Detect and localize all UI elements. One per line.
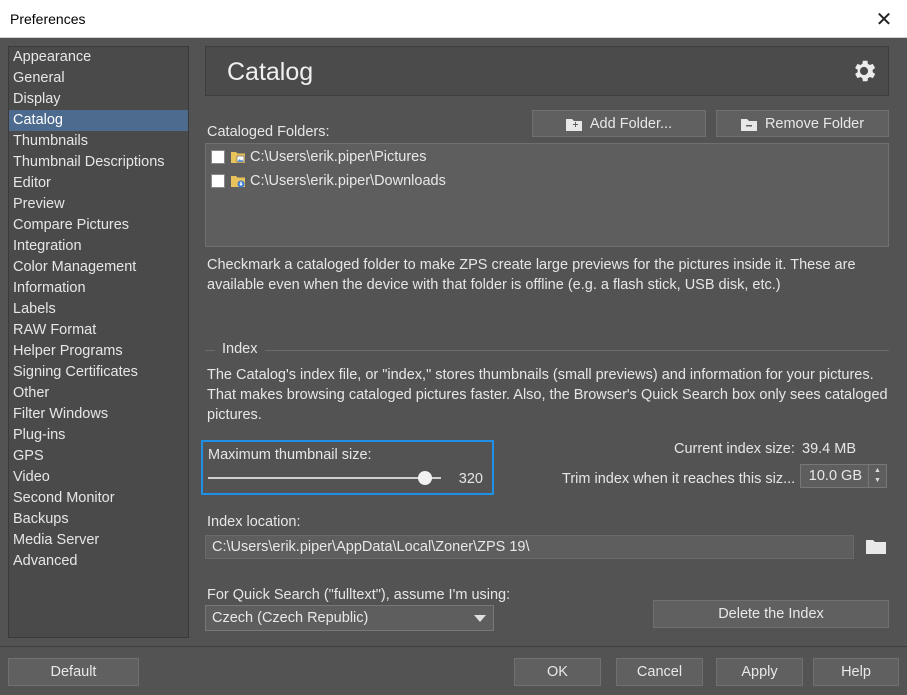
remove-folder-icon [740,118,757,131]
sidebar-item-media-server[interactable]: Media Server [9,530,188,551]
delete-index-button[interactable]: Delete the Index [653,600,889,628]
slider-handle[interactable] [418,471,432,485]
section-divider [205,350,215,351]
sidebar-item-video[interactable]: Video [9,467,188,488]
dialog-footer: Default OK Cancel Apply Help [0,646,907,695]
folder-checkbox[interactable] [211,174,225,188]
sidebar-item-raw-format[interactable]: RAW Format [9,320,188,341]
slider-track [208,477,441,479]
index-description: The Catalog's index file, or "index," st… [207,367,888,423]
add-folder-icon [565,118,582,131]
ok-label: OK [547,664,568,680]
trim-index-value: 10.0 GB [808,468,862,484]
sidebar-item-catalog[interactable]: Catalog [9,110,188,131]
index-section-header: Index [205,340,889,360]
cancel-button[interactable]: Cancel [616,658,703,686]
sidebar-item-second-monitor[interactable]: Second Monitor [9,488,188,509]
ok-button[interactable]: OK [514,658,601,686]
sidebar-item-labels[interactable]: Labels [9,299,188,320]
quick-search-language-value: Czech (Czech Republic) [212,610,369,626]
default-button[interactable]: Default [8,658,139,686]
page-header: Catalog [205,46,889,96]
pictures-folder-icon [231,152,245,163]
max-thumbnail-size-slider[interactable] [208,470,441,486]
chevron-down-icon [474,615,486,622]
sidebar-item-thumbnail-descriptions[interactable]: Thumbnail Descriptions [9,152,188,173]
main-panel: Catalog Cataloged Folders: Add Folder...… [196,38,907,646]
quick-search-label: For Quick Search ("fulltext"), assume I'… [207,587,511,603]
title-bar: Preferences ✕ [0,0,907,38]
sidebar-item-general[interactable]: General [9,68,188,89]
sidebar-item-integration[interactable]: Integration [9,236,188,257]
remove-folder-button[interactable]: Remove Folder [716,110,889,137]
trim-index-label: Trim index when it reaches this siz... [562,471,796,487]
cataloged-folders-list[interactable]: C:\Users\erik.piper\Pictures C:\Users\er… [205,143,889,247]
help-label: Help [841,664,871,680]
index-location-label: Index location: [207,514,301,530]
folder-row[interactable]: C:\Users\erik.piper\Pictures [211,146,426,168]
sidebar-item-display[interactable]: Display [9,89,188,110]
folder-row[interactable]: C:\Users\erik.piper\Downloads [211,170,446,192]
window-title: Preferences [10,11,86,27]
sidebar-item-compare-pictures[interactable]: Compare Pictures [9,215,188,236]
max-thumbnail-size-label: Maximum thumbnail size: [208,447,372,463]
sidebar-item-backups[interactable]: Backups [9,509,188,530]
sidebar: Appearance General Display Catalog Thumbnail… [8,46,189,638]
index-location-field[interactable]: C:\Users\erik.piper\AppData\Local\Zoner\… [205,535,854,559]
remove-folder-label: Remove Folder [764,115,865,132]
folders-help-text: Checkmark a cataloged folder to make ZPS… [207,257,856,293]
apply-button[interactable]: Apply [716,658,803,686]
delete-index-label: Delete the Index [718,606,824,622]
section-divider [265,350,889,351]
index-location-value: C:\Users\erik.piper\AppData\Local\Zoner\… [212,539,530,555]
apply-label: Apply [741,664,778,680]
browse-folder-icon[interactable] [866,537,886,555]
sidebar-item-plug-ins[interactable]: Plug-ins [9,425,188,446]
current-index-size-value: 39.4 MB [802,441,856,457]
sidebar-item-filter-windows[interactable]: Filter Windows [9,404,188,425]
add-folder-label: Add Folder... [589,115,673,132]
gear-icon[interactable] [850,57,878,85]
max-thumbnail-size-value: 320 [458,471,483,487]
trim-index-stepper[interactable]: 10.0 GB ▲ ▼ [800,464,887,488]
sidebar-item-preview[interactable]: Preview [9,194,188,215]
default-label: Default [50,664,97,680]
current-index-size-label: Current index size: [674,441,795,457]
folder-path: C:\Users\erik.piper\Pictures [250,149,427,165]
quick-search-language-select[interactable]: Czech (Czech Republic) [205,605,494,631]
cancel-label: Cancel [636,664,683,680]
sidebar-item-information[interactable]: Information [9,278,188,299]
folder-path: C:\Users\erik.piper\Downloads [250,173,446,189]
folder-checkbox[interactable] [211,150,225,164]
sidebar-item-signing-certificates[interactable]: Signing Certificates [9,362,188,383]
close-icon[interactable]: ✕ [861,0,907,38]
index-section-title: Index [222,341,258,357]
sidebar-item-gps[interactable]: GPS [9,446,188,467]
sidebar-item-appearance[interactable]: Appearance [9,47,188,68]
sidebar-item-helper-programs[interactable]: Helper Programs [9,341,188,362]
stepper-arrows-icon[interactable]: ▲ ▼ [868,465,886,487]
sidebar-item-editor[interactable]: Editor [9,173,188,194]
sidebar-item-other[interactable]: Other [9,383,188,404]
sidebar-item-thumbnails[interactable]: Thumbnails [9,131,188,152]
downloads-folder-icon [231,176,245,188]
max-thumbnail-size-group: Maximum thumbnail size: 320 [201,440,494,495]
sidebar-item-advanced[interactable]: Advanced [9,551,188,572]
help-button[interactable]: Help [813,658,899,686]
cataloged-folders-label: Cataloged Folders: [207,124,330,140]
page-title: Catalog [227,58,314,86]
sidebar-item-color-management[interactable]: Color Management [9,257,188,278]
add-folder-button[interactable]: Add Folder... [532,110,706,137]
